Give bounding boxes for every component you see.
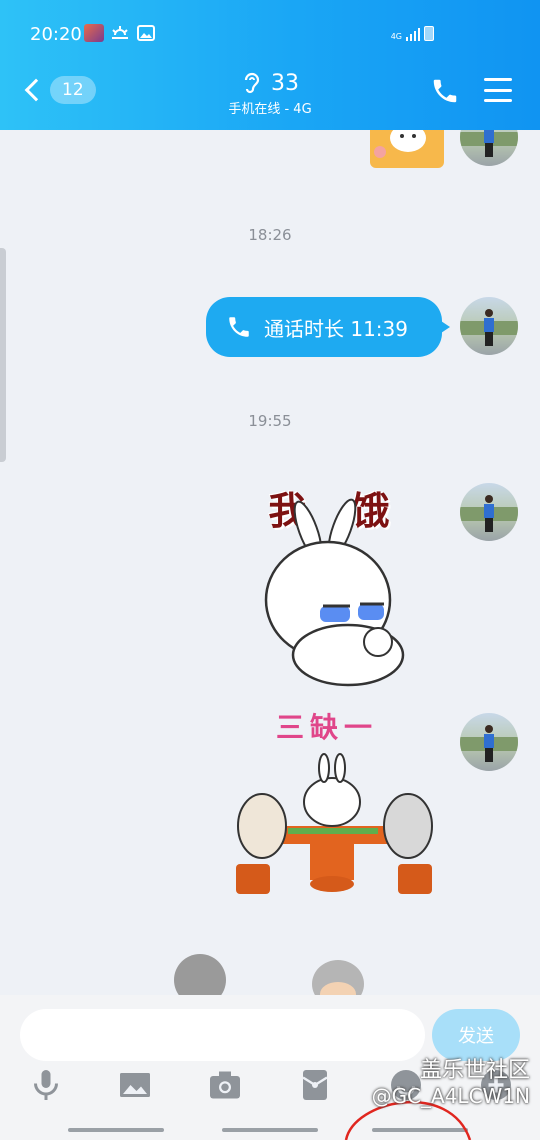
- status-time: 20:20: [30, 24, 82, 45]
- call-record-bubble[interactable]: 通话时长 11:39: [206, 297, 450, 357]
- menu-icon-line: [484, 88, 512, 92]
- phone-icon: [433, 79, 457, 103]
- call-duration-text: 通话时长 11:39: [264, 316, 408, 341]
- timestamp: 19:55: [248, 412, 292, 430]
- mahjong-sticker-image: [236, 753, 433, 894]
- previous-sticker[interactable]: [368, 130, 446, 170]
- dog-sticker-image: [370, 130, 444, 168]
- signal-icon: [406, 27, 420, 41]
- menu-icon-line: [484, 99, 512, 102]
- chat-header: 20:20 4G 12 33 手机在线 - 4G: [0, 0, 540, 130]
- nav-gesture-bar[interactable]: [68, 1128, 164, 1132]
- timestamp: 18:26: [248, 226, 292, 244]
- menu-icon-line: [484, 78, 512, 81]
- ear-icon: [244, 72, 260, 94]
- status-notification-icons: [84, 24, 156, 42]
- watermark: 盖乐世社区 @GC_A4LCW1N: [340, 1052, 530, 1108]
- camera-icon[interactable]: [207, 1067, 243, 1103]
- game-notification-icon: [84, 24, 104, 42]
- hungry-rabbit-sticker[interactable]: 我 饿 了: [228, 480, 444, 692]
- contact-name: 33: [271, 70, 299, 96]
- next-sticker-partial[interactable]: [166, 950, 366, 995]
- weather-icon: [112, 26, 128, 39]
- avatar[interactable]: [460, 130, 518, 166]
- microphone-icon[interactable]: [28, 1067, 64, 1103]
- rabbit-sticker-image: [264, 498, 405, 687]
- red-packet-icon[interactable]: [297, 1067, 333, 1103]
- nav-gesture-bar[interactable]: [222, 1128, 318, 1132]
- avatar[interactable]: [460, 297, 518, 355]
- image-icon[interactable]: [117, 1067, 153, 1103]
- phone-icon: [229, 317, 249, 337]
- voice-call-button[interactable]: [430, 76, 460, 106]
- chat-message-list[interactable]: 18:26 通话时长 11:39 19:55 我 饿 了 三缺一: [0, 130, 540, 995]
- watermark-title: 盖乐世社区: [419, 1058, 530, 1083]
- characters-sticker-image: [174, 954, 364, 995]
- gallery-notification-icon: [137, 25, 155, 41]
- status-signal-area: 4G: [391, 26, 434, 41]
- watermark-user: @GC_A4LCW1N: [371, 1084, 530, 1108]
- avatar[interactable]: [460, 483, 518, 541]
- mahjong-sticker[interactable]: 三缺一: [226, 706, 442, 914]
- menu-button[interactable]: [484, 78, 512, 102]
- battery-icon: [424, 26, 434, 41]
- network-type: 4G: [390, 32, 402, 41]
- avatar[interactable]: [460, 713, 518, 771]
